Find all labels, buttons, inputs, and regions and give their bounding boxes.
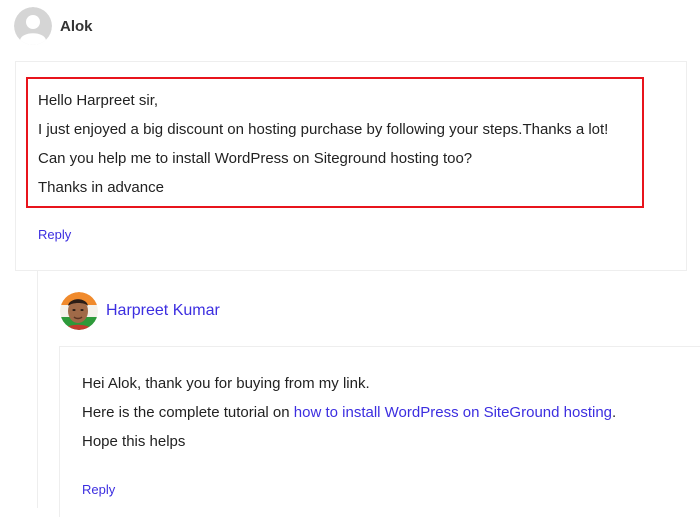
reply-line-with-link: Here is the complete tutorial on how to … (82, 398, 616, 427)
profile-photo-avatar (60, 292, 98, 330)
reply-line-suffix: . (612, 404, 617, 421)
reply-button[interactable]: Reply (38, 227, 71, 242)
comment-line: I just enjoyed a big discount on hosting… (38, 121, 609, 138)
reply-line: Hope this helps (82, 433, 186, 450)
tutorial-link[interactable]: how to install WordPress on SiteGround h… (294, 404, 612, 421)
comment-line: Can you help me to install WordPress on … (38, 150, 473, 167)
comment-author-name[interactable]: Alok (60, 18, 93, 35)
comment-line: Thanks in advance (38, 179, 164, 196)
comment-author-header: Alok (14, 7, 93, 45)
reply-author-name[interactable]: Harpreet Kumar (106, 302, 220, 320)
reply-button[interactable]: Reply (82, 482, 115, 497)
thread-indent-line (37, 270, 38, 508)
reply-line: Hei Alok, thank you for buying from my l… (82, 375, 370, 392)
reply-author-header: Harpreet Kumar (60, 292, 220, 330)
reply-line-prefix: Here is the complete tutorial on (82, 404, 294, 421)
user-avatar-icon (14, 7, 52, 45)
comment-line: Hello Harpreet sir, (38, 92, 159, 109)
comment-text: Hello Harpreet sir, I just enjoyed a big… (38, 86, 608, 202)
reply-text: Hei Alok, thank you for buying from my l… (82, 369, 616, 456)
